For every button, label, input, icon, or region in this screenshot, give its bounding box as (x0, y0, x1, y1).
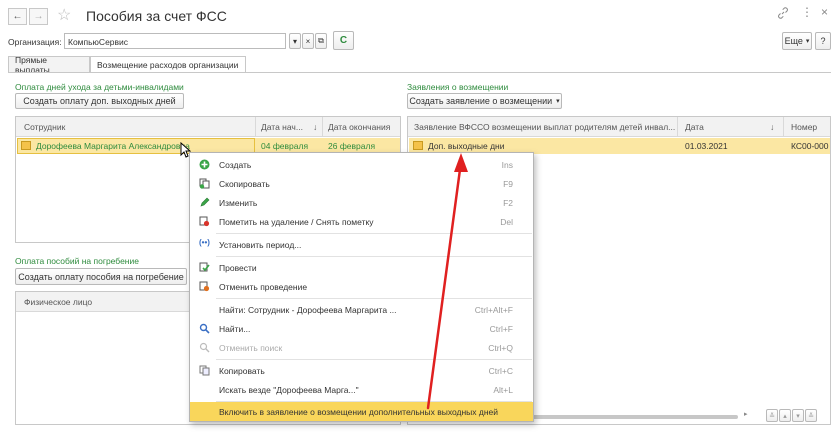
annotation-arrow (426, 153, 468, 410)
